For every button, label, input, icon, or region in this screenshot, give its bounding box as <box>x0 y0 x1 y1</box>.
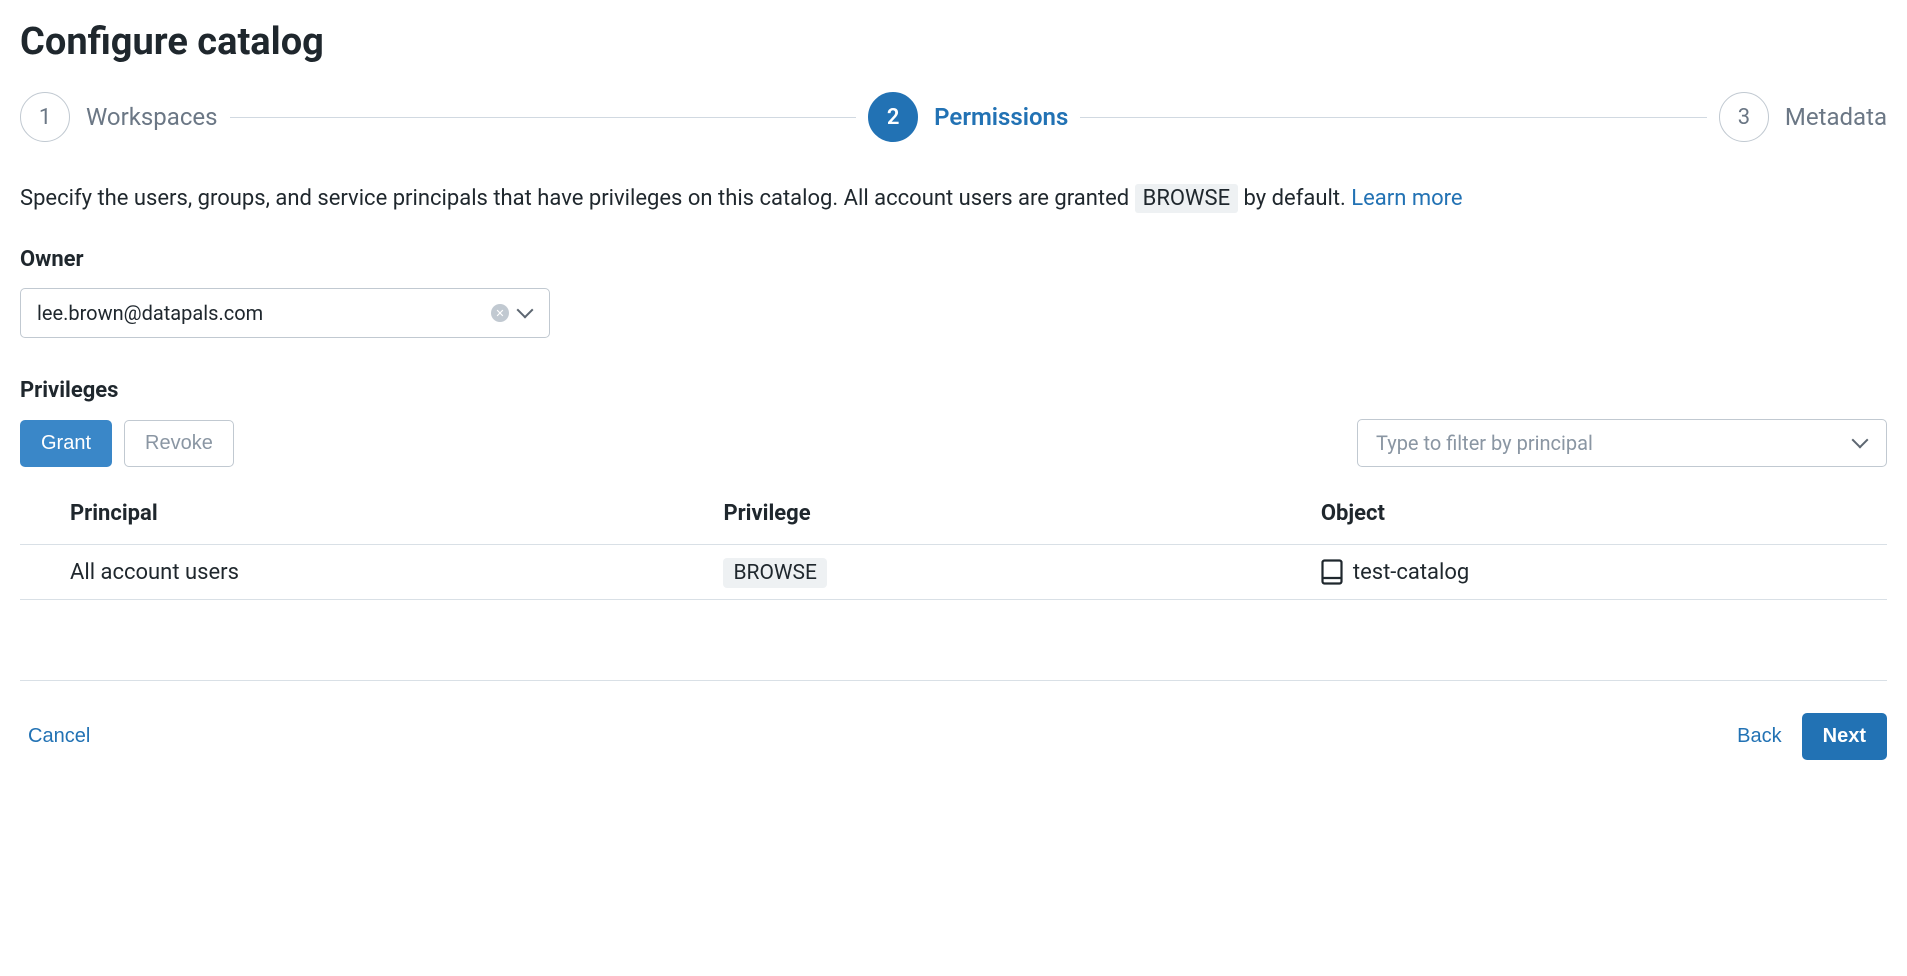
cell-privilege: BROWSE <box>673 545 1270 600</box>
step-number: 2 <box>868 92 918 142</box>
footer: Cancel Back Next <box>20 680 1887 760</box>
filter-principal-select[interactable]: Type to filter by principal <box>1357 419 1887 467</box>
privileges-toolbar: Grant Revoke Type to filter by principal <box>20 419 1887 467</box>
table-row[interactable]: All account users BROWSE test-catalog <box>20 545 1887 600</box>
col-privilege: Privilege <box>673 487 1270 545</box>
next-button[interactable]: Next <box>1802 713 1887 760</box>
grant-button[interactable]: Grant <box>20 420 112 467</box>
back-button[interactable]: Back <box>1729 714 1789 759</box>
owner-value: lee.brown@datapals.com <box>37 301 263 325</box>
description-text: Specify the users, groups, and service p… <box>20 182 1887 215</box>
button-group: Grant Revoke <box>20 420 234 467</box>
filter-placeholder: Type to filter by principal <box>1376 431 1593 455</box>
description-prefix: Specify the users, groups, and service p… <box>20 186 1135 211</box>
browse-badge: BROWSE <box>1135 184 1238 213</box>
privilege-badge: BROWSE <box>723 558 827 588</box>
col-object: Object <box>1271 487 1887 545</box>
learn-more-link[interactable]: Learn more <box>1351 186 1462 211</box>
step-connector <box>230 117 857 118</box>
step-permissions[interactable]: 2 Permissions <box>868 92 1068 142</box>
step-connector <box>1080 117 1707 118</box>
catalog-icon <box>1321 559 1343 585</box>
cell-principal: All account users <box>20 545 673 600</box>
clear-icon[interactable]: ✕ <box>491 304 509 322</box>
stepper: 1 Workspaces 2 Permissions 3 Metadata <box>20 92 1887 142</box>
step-workspaces[interactable]: 1 Workspaces <box>20 92 218 142</box>
step-label: Permissions <box>934 103 1068 131</box>
col-principal: Principal <box>20 487 673 545</box>
page-title: Configure catalog <box>20 20 1887 64</box>
owner-select[interactable]: lee.brown@datapals.com ✕ <box>20 288 550 338</box>
step-number: 1 <box>20 92 70 142</box>
description-suffix: by default. <box>1238 186 1351 211</box>
object-name: test-catalog <box>1353 560 1469 585</box>
owner-label: Owner <box>20 247 1887 272</box>
chevron-down-icon <box>519 306 533 320</box>
revoke-button[interactable]: Revoke <box>124 420 234 467</box>
step-metadata[interactable]: 3 Metadata <box>1719 92 1887 142</box>
step-label: Workspaces <box>86 103 218 131</box>
privileges-table: Principal Privilege Object All account u… <box>20 487 1887 600</box>
cancel-button[interactable]: Cancel <box>20 714 98 759</box>
cell-object: test-catalog <box>1271 545 1887 600</box>
step-number: 3 <box>1719 92 1769 142</box>
chevron-down-icon <box>1854 436 1868 450</box>
privileges-label: Privileges <box>20 378 1887 403</box>
step-label: Metadata <box>1785 103 1887 131</box>
